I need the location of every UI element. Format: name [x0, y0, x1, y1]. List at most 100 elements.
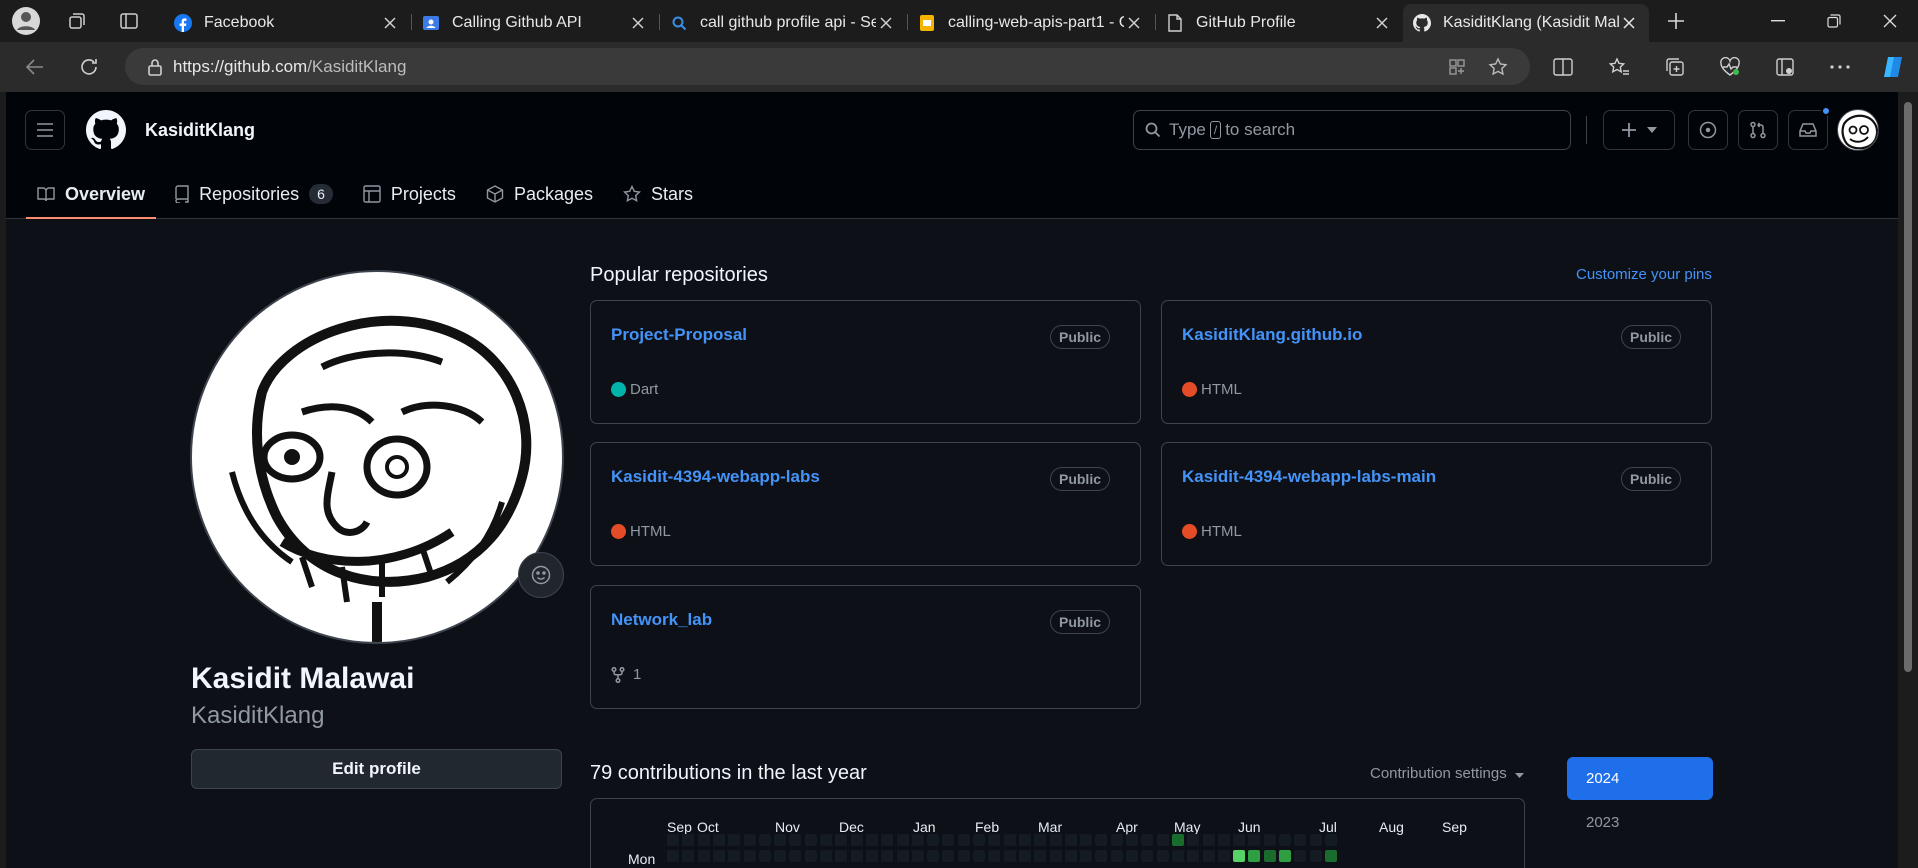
contribution-day[interactable]	[1203, 850, 1215, 862]
contribution-day[interactable]	[728, 850, 740, 862]
contribution-day[interactable]	[973, 834, 985, 846]
favorite-star-icon[interactable]	[1488, 56, 1508, 77]
copilot-icon[interactable]	[1876, 51, 1910, 83]
contribution-day[interactable]	[1019, 834, 1031, 846]
tab-overview[interactable]: Overview	[26, 170, 157, 219]
contribution-day[interactable]	[820, 834, 832, 846]
tab-repositories[interactable]: Repositories 6	[164, 170, 344, 218]
contribution-day[interactable]	[912, 850, 924, 862]
workspaces-icon[interactable]	[58, 0, 96, 42]
contribution-settings-button[interactable]: Contribution settings	[1370, 765, 1524, 782]
year-2024-button[interactable]: 2024	[1567, 757, 1713, 800]
contribution-day[interactable]	[897, 850, 909, 862]
contribution-day[interactable]	[820, 850, 832, 862]
close-tab-icon[interactable]	[876, 13, 896, 33]
contribution-day[interactable]	[973, 850, 985, 862]
close-window-icon[interactable]	[1862, 0, 1918, 42]
collections-icon[interactable]	[1658, 51, 1692, 83]
repo-link[interactable]: Network_lab	[611, 610, 712, 630]
contribution-day[interactable]	[942, 834, 954, 846]
contribution-day[interactable]	[774, 850, 786, 862]
contribution-day[interactable]	[1294, 834, 1306, 846]
contribution-day[interactable]	[1157, 850, 1169, 862]
contribution-day[interactable]	[1141, 834, 1153, 846]
more-options-icon[interactable]	[1823, 51, 1857, 83]
contribution-day[interactable]	[1187, 834, 1199, 846]
tab-calling-github-api[interactable]: Calling Github API	[412, 4, 658, 42]
contribution-day[interactable]	[1004, 834, 1016, 846]
contribution-day[interactable]	[988, 834, 1000, 846]
page-scrollbar[interactable]	[1898, 92, 1918, 868]
contribution-day[interactable]	[958, 850, 970, 862]
tab-stars[interactable]: Stars	[612, 170, 704, 218]
contribution-day[interactable]	[1172, 850, 1184, 862]
refresh-icon[interactable]	[72, 51, 106, 83]
contribution-day[interactable]	[1294, 850, 1306, 862]
contribution-day[interactable]	[927, 850, 939, 862]
contribution-day[interactable]	[1218, 834, 1230, 846]
issues-icon[interactable]	[1688, 110, 1728, 150]
contribution-day[interactable]	[1034, 834, 1046, 846]
contribution-day[interactable]	[1095, 834, 1107, 846]
contribution-day[interactable]	[942, 850, 954, 862]
contribution-day[interactable]	[698, 850, 710, 862]
avatar[interactable]	[1837, 109, 1879, 151]
contribution-day[interactable]	[866, 850, 878, 862]
contribution-day[interactable]	[728, 834, 740, 846]
contribution-day[interactable]	[866, 834, 878, 846]
contribution-day[interactable]	[1065, 850, 1077, 862]
contribution-day[interactable]	[1187, 850, 1199, 862]
contribution-day[interactable]	[1233, 834, 1245, 846]
contribution-day[interactable]	[988, 850, 1000, 862]
year-2023-button[interactable]: 2023	[1567, 801, 1713, 844]
contribution-day[interactable]	[927, 834, 939, 846]
contribution-day[interactable]	[805, 834, 817, 846]
contribution-day[interactable]	[1034, 850, 1046, 862]
repo-link[interactable]: KasiditKlang.github.io	[1182, 325, 1362, 345]
contribution-day[interactable]	[1279, 850, 1291, 862]
close-tab-icon[interactable]	[1372, 13, 1392, 33]
close-tab-icon[interactable]	[1124, 13, 1144, 33]
repo-link[interactable]: Kasidit-4394-webapp-labs-main	[1182, 467, 1436, 487]
contribution-day[interactable]	[881, 834, 893, 846]
tab-projects[interactable]: Projects	[352, 170, 467, 218]
contribution-day[interactable]	[1218, 850, 1230, 862]
new-tab-icon[interactable]	[1657, 0, 1695, 42]
contribution-day[interactable]	[759, 850, 771, 862]
contribution-day[interactable]	[789, 850, 801, 862]
contribution-day[interactable]	[667, 850, 679, 862]
contribution-day[interactable]	[805, 850, 817, 862]
tab-kasiditklang[interactable]: KasiditKlang (Kasidit Mala	[1403, 4, 1649, 42]
app-available-icon[interactable]	[1448, 58, 1466, 76]
contribution-day[interactable]	[1203, 834, 1215, 846]
contribution-day[interactable]	[881, 850, 893, 862]
contribution-day[interactable]	[835, 850, 847, 862]
contribution-day[interactable]	[958, 834, 970, 846]
contribution-day[interactable]	[912, 834, 924, 846]
menu-icon[interactable]	[25, 110, 65, 150]
tab-actions-icon[interactable]	[110, 0, 148, 42]
create-new-button[interactable]	[1603, 110, 1675, 150]
address-bar[interactable]: https://github.com/KasiditKlang	[125, 48, 1530, 85]
contribution-day[interactable]	[698, 834, 710, 846]
github-logo-icon[interactable]	[86, 110, 126, 150]
contribution-day[interactable]	[1248, 834, 1260, 846]
back-icon[interactable]	[18, 51, 52, 83]
contribution-day[interactable]	[851, 850, 863, 862]
contribution-day[interactable]	[667, 834, 679, 846]
profile-icon[interactable]	[7, 0, 45, 42]
header-context-link[interactable]: KasiditKlang	[145, 120, 255, 141]
pull-requests-icon[interactable]	[1738, 110, 1778, 150]
contribution-day[interactable]	[1111, 834, 1123, 846]
contribution-day[interactable]	[744, 834, 756, 846]
contribution-day[interactable]	[1279, 834, 1291, 846]
set-status-button[interactable]	[518, 552, 564, 598]
repo-link[interactable]: Project-Proposal	[611, 325, 747, 345]
contribution-day[interactable]	[1248, 850, 1260, 862]
customize-pins-link[interactable]: Customize your pins	[1576, 266, 1712, 283]
tab-packages[interactable]: Packages	[475, 170, 604, 218]
contribution-day[interactable]	[713, 850, 725, 862]
contribution-day[interactable]	[1126, 834, 1138, 846]
contribution-day[interactable]	[1004, 850, 1016, 862]
contribution-day[interactable]	[851, 834, 863, 846]
